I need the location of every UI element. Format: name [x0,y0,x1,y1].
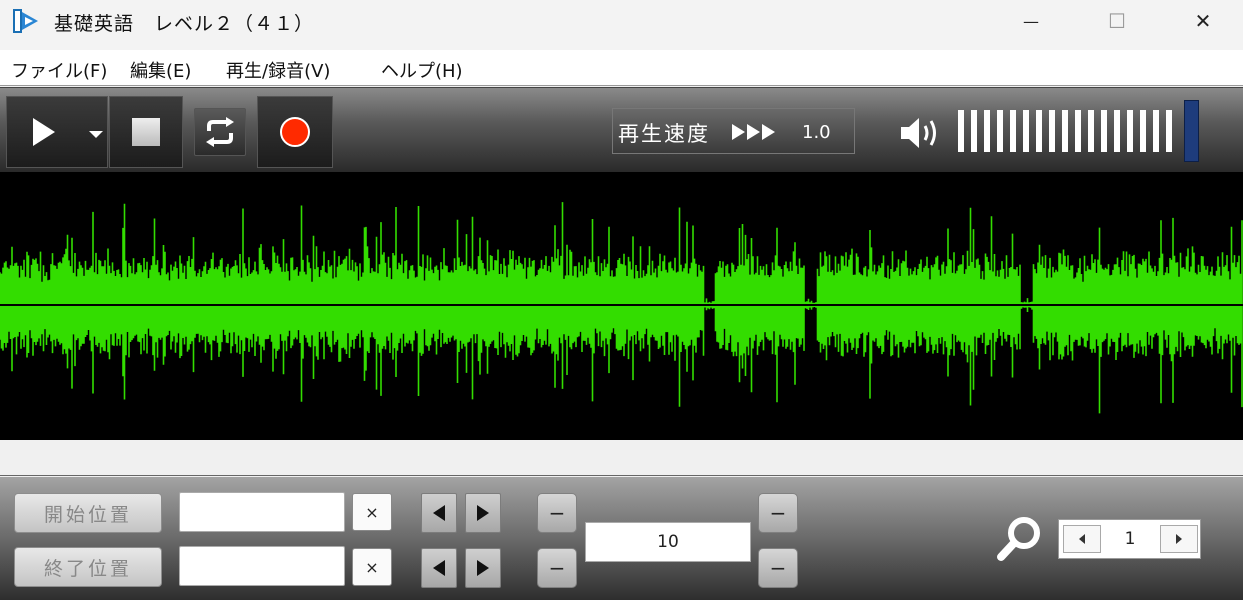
arrow-left-icon [433,560,445,576]
start-step-forward-button[interactable] [465,493,501,533]
volume-bar [958,110,964,152]
stop-button[interactable] [109,96,183,168]
volume-slider[interactable] [956,110,1176,152]
menu-help[interactable]: ヘルプ(H) [381,57,463,83]
window-title: 基礎英語 レベル２（４１） [54,13,315,35]
fast-forward-icon [732,124,775,140]
loop-button[interactable] [194,108,246,156]
end-step-forward-button[interactable] [465,548,501,588]
waveform-graphic [0,202,1243,414]
maximize-icon: ☐ [1108,9,1126,33]
start-position-button[interactable]: 開始位置 [14,493,162,533]
page-prev-button[interactable] [1063,525,1101,553]
volume-bar [1049,110,1055,152]
stop-icon [132,118,160,146]
clear-start-button[interactable]: × [352,493,392,531]
waveform-view[interactable] [0,172,1243,440]
start-increase-button[interactable]: − [758,493,798,533]
speed-value: 1.0 [802,122,831,143]
menu-playback-record[interactable]: 再生/録音(V) [226,57,330,83]
volume-bar [1127,110,1133,152]
interval-input[interactable]: 10 [585,522,751,562]
waveform-signal [0,202,1243,414]
maximize-button[interactable]: ☐ [1088,0,1146,42]
minimize-button[interactable]: — [1002,0,1060,42]
volume-bar [1036,110,1042,152]
volume-bar [1075,110,1081,152]
volume-bar [1062,110,1068,152]
volume-bar [971,110,977,152]
minimize-icon: — [1023,11,1039,31]
volume-bar [1023,110,1029,152]
play-icon [33,118,55,146]
app-icon [13,9,38,33]
page-next-button[interactable] [1160,525,1198,553]
volume-bar [997,110,1003,152]
page-stepper: 1 [1058,519,1201,559]
start-step-back-button[interactable] [421,493,457,533]
volume-bar [1153,110,1159,152]
end-step-back-button[interactable] [421,548,457,588]
close-button[interactable]: ✕ [1174,0,1232,42]
arrow-left-icon [433,505,445,521]
close-icon: ✕ [1194,9,1212,33]
playback-speed-control[interactable]: 再生速度 1.0 [612,108,855,154]
end-decrease-button[interactable]: − [537,548,577,588]
arrow-right-icon [477,560,489,576]
arrow-left-icon [1079,534,1085,544]
dropdown-caret-icon[interactable] [89,131,103,138]
clear-end-button[interactable]: × [352,548,392,586]
page-value[interactable]: 1 [1111,529,1149,549]
waveform-scroll-area[interactable] [0,440,1243,476]
record-button[interactable] [257,96,333,168]
volume-bar [1140,110,1146,152]
speed-label: 再生速度 [618,122,710,146]
volume-bar [1166,110,1172,152]
title-bar: 基礎英語 レベル２（４１） — ☐ ✕ [0,0,1243,50]
speaker-icon[interactable] [899,116,941,150]
magnifier-icon[interactable] [996,515,1044,563]
toolbar: 再生速度 1.0 [0,87,1243,172]
end-position-button[interactable]: 終了位置 [14,547,162,587]
arrow-right-icon [1176,534,1182,544]
loop-icon [206,117,234,147]
arrow-right-icon [477,505,489,521]
volume-bar [1114,110,1120,152]
end-position-input[interactable] [179,546,345,586]
record-icon [280,117,310,147]
start-position-input[interactable] [179,492,345,532]
volume-bar [1101,110,1107,152]
menu-bar: ファイル(F) 編集(E) 再生/録音(V) ヘルプ(H) [0,50,1243,86]
menu-file[interactable]: ファイル(F) [11,57,107,83]
volume-bar [1010,110,1016,152]
end-increase-button[interactable]: − [758,548,798,588]
volume-slider-thumb[interactable] [1184,100,1199,162]
play-button[interactable] [6,96,108,168]
volume-bar [1088,110,1094,152]
volume-bar [984,110,990,152]
menu-edit[interactable]: 編集(E) [130,57,191,83]
start-decrease-button[interactable]: − [537,493,577,533]
